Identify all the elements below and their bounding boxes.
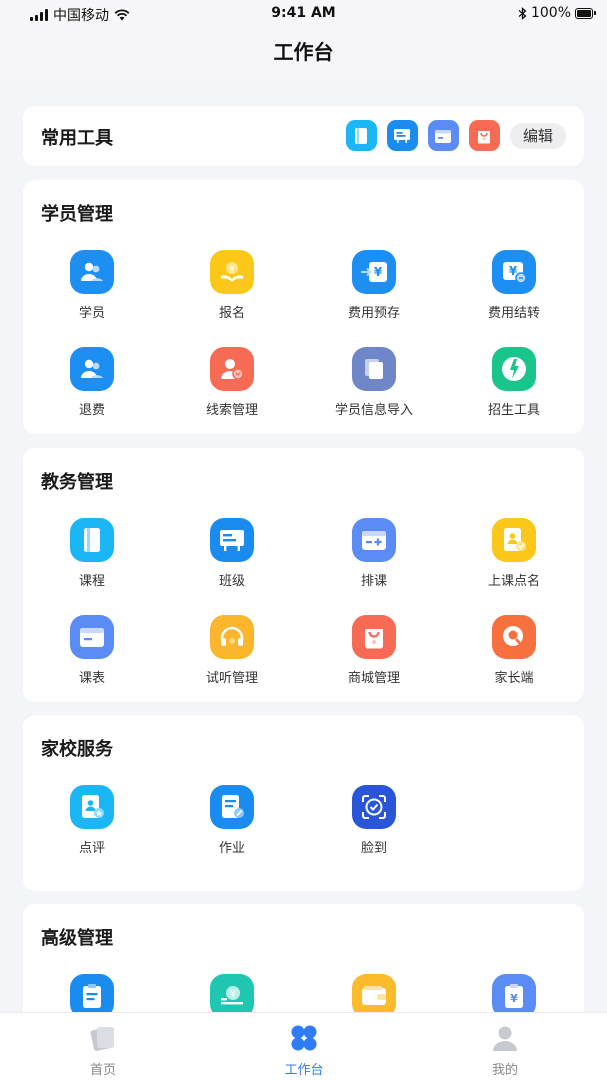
- tab-label: 首页: [89, 1063, 116, 1078]
- bluetooth-icon: [518, 6, 527, 20]
- grid-item-label: 班级: [218, 574, 245, 589]
- grid-item-label: 招生工具: [487, 403, 540, 418]
- bottom-tab-bar: 首页 工作台 我的: [0, 1012, 607, 1080]
- grid-item-prepay[interactable]: ¥ 费用预存: [304, 250, 444, 321]
- common-tools-card: 常用工具 编辑: [23, 106, 584, 166]
- battery-icon: [575, 7, 596, 19]
- class-board-icon: [394, 128, 411, 143]
- quick-tools: 编辑: [345, 120, 566, 151]
- fee-transfer-icon: ¥: [492, 250, 536, 294]
- tab-workbench[interactable]: 工作台: [244, 1021, 364, 1078]
- quick-tool-course[interactable]: [345, 120, 377, 151]
- enroll-icon: ¥: [210, 250, 254, 294]
- grid-item-face-check[interactable]: 脸到: [304, 785, 444, 856]
- tab-profile[interactable]: 我的: [445, 1021, 565, 1078]
- status-right: 100%: [518, 5, 596, 21]
- grid-item-students[interactable]: 学员: [22, 250, 162, 321]
- section-title: 学员管理: [41, 204, 113, 225]
- profile-icon: [445, 1021, 565, 1055]
- quick-tool-shop[interactable]: [468, 120, 500, 151]
- leads-icon: [210, 347, 254, 391]
- grid-item-label: 课表: [78, 671, 105, 686]
- grid-item-class[interactable]: 班级: [162, 518, 302, 589]
- section-title: 家校服务: [41, 739, 113, 760]
- home-cards-icon: [43, 1021, 163, 1055]
- roll-call-icon: [492, 518, 536, 562]
- grid-item-roll-call[interactable]: 上课点名: [444, 518, 584, 589]
- grid-item-label: 点评: [78, 841, 105, 856]
- shop-bag-icon: [478, 131, 491, 144]
- face-check-icon: [352, 785, 396, 829]
- refund-icon: [70, 347, 114, 391]
- common-tools-title: 常用工具: [41, 128, 113, 149]
- academic-management-card: 教务管理 课程 班级 排课 上课点名 课表 试听管理 商城管理 家长端: [23, 448, 584, 702]
- student-management-card: 学员管理 学员 ¥ 报名 ¥ 费用预存 ¥ 费用结转 退费 线索管理 学员信息导…: [23, 180, 584, 434]
- grid-item-timetable[interactable]: 课表: [22, 615, 162, 686]
- parent-icon: [492, 615, 536, 659]
- grid-item-label: 线索管理: [205, 403, 258, 418]
- recruit-tool-icon: [492, 347, 536, 391]
- grid-item-enroll[interactable]: ¥ 报名: [162, 250, 302, 321]
- prepay-icon: ¥: [352, 250, 396, 294]
- schedule-icon: [352, 518, 396, 562]
- homework-icon: [210, 785, 254, 829]
- book-icon: [355, 127, 368, 144]
- grid-item-trial[interactable]: 试听管理: [162, 615, 302, 686]
- grid-item-review[interactable]: 点评: [22, 785, 162, 856]
- grid-item-recruit-tool[interactable]: 招生工具: [444, 347, 584, 418]
- tab-label: 工作台: [284, 1063, 324, 1078]
- grid-item-label: 作业: [218, 841, 245, 856]
- grid-item-label: 脸到: [360, 841, 387, 856]
- headphone-icon: [210, 615, 254, 659]
- grid-item-label: 报名: [218, 306, 245, 321]
- grid-item-homework[interactable]: 作业: [162, 785, 302, 856]
- section-title: 高级管理: [41, 928, 113, 949]
- review-icon: [70, 785, 114, 829]
- shop-bag-icon: [352, 615, 396, 659]
- grid-item-label: 费用结转: [487, 306, 540, 321]
- import-icon: [352, 347, 396, 391]
- svg-text:¥: ¥: [510, 992, 518, 1005]
- grid-item-parent-app[interactable]: 家长端: [444, 615, 584, 686]
- quick-tool-timetable[interactable]: [427, 120, 459, 151]
- grid-item-label: 家长端: [494, 671, 534, 686]
- grid-item-label: 学员信息导入: [334, 403, 413, 418]
- students-icon: [70, 250, 114, 294]
- grid-item-scheduling[interactable]: 排课: [304, 518, 444, 589]
- grid-item-course[interactable]: 课程: [22, 518, 162, 589]
- edit-tools-button[interactable]: 编辑: [509, 122, 566, 149]
- tab-home[interactable]: 首页: [43, 1021, 163, 1078]
- battery-percent: 100%: [530, 5, 571, 21]
- calendar-icon: [70, 615, 114, 659]
- svg-text:¥: ¥: [230, 990, 236, 1000]
- grid-item-shop-management[interactable]: 商城管理: [304, 615, 444, 686]
- home-school-card: 家校服务 点评 作业 脸到: [23, 715, 584, 891]
- grid-item-label: 上课点名: [487, 574, 540, 589]
- section-title: 教务管理: [41, 472, 113, 493]
- grid-item-leads[interactable]: 线索管理: [162, 347, 302, 418]
- tab-label: 我的: [491, 1063, 518, 1078]
- grid-item-label: 排课: [360, 574, 387, 589]
- svg-text:¥: ¥: [374, 265, 383, 279]
- grid-item-label: 退费: [78, 403, 105, 418]
- svg-text:¥: ¥: [229, 265, 234, 274]
- quick-tool-class[interactable]: [386, 120, 418, 151]
- workbench-icon: [244, 1021, 364, 1055]
- grid-item-label: 课程: [78, 574, 105, 589]
- class-board-icon: [210, 518, 254, 562]
- grid-item-import[interactable]: 学员信息导入: [304, 347, 444, 418]
- grid-item-fee-transfer[interactable]: ¥ 费用结转: [444, 250, 584, 321]
- grid-item-label: 商城管理: [347, 671, 400, 686]
- grid-item-label: 试听管理: [205, 671, 258, 686]
- status-time: 9:41 AM: [271, 5, 336, 21]
- status-bar: 中国移动 9:41 AM 100%: [0, 0, 607, 28]
- grid-item-label: 费用预存: [347, 306, 400, 321]
- grid-item-label: 学员: [78, 306, 105, 321]
- grid-item-refund[interactable]: 退费: [22, 347, 162, 418]
- page-title: 工作台: [0, 28, 607, 80]
- book-icon: [70, 518, 114, 562]
- calendar-icon: [435, 129, 452, 143]
